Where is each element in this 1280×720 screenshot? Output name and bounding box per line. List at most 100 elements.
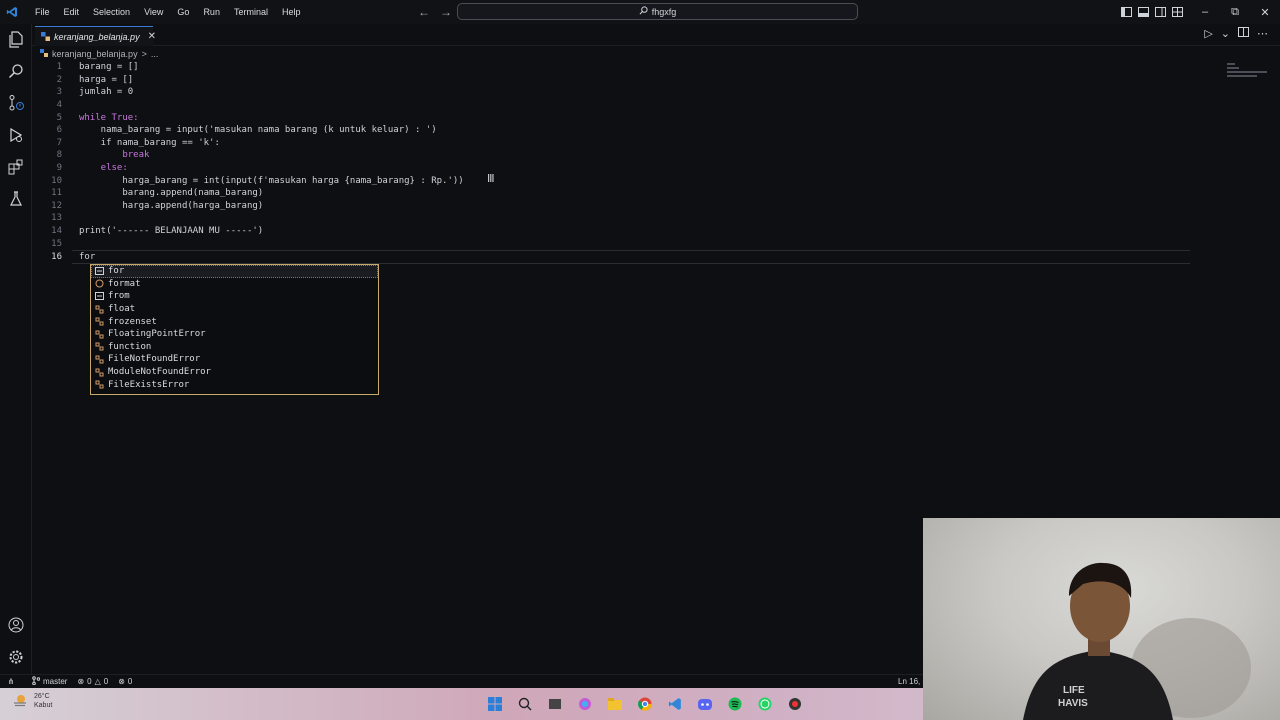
split-editor-icon[interactable] (1238, 27, 1249, 40)
weather-condition: Kabut (34, 702, 53, 709)
menu-view[interactable]: View (137, 0, 170, 24)
testing-flask-icon[interactable] (6, 189, 26, 209)
spotify-icon[interactable] (724, 693, 746, 715)
extensions-icon[interactable] (6, 157, 26, 177)
code-text: if nama_barang == 'k': (79, 137, 220, 148)
code-text: nama_barang = input('masukan nama barang… (79, 125, 437, 136)
app-icon[interactable] (784, 693, 806, 715)
menu-go[interactable]: Go (170, 0, 196, 24)
error-icon: ⊗ (77, 677, 85, 686)
line-number: 16 (51, 251, 62, 262)
code-line: 12 harga.append(harga_barang) (32, 200, 263, 213)
line-number: 7 (56, 137, 62, 148)
minimize-icon[interactable]: – (1190, 0, 1220, 24)
line-number: 8 (56, 150, 62, 161)
toggle-primary-sidebar-icon[interactable] (1120, 6, 1133, 18)
chrome-icon[interactable] (634, 693, 656, 715)
breadcrumb-separator: > (141, 49, 147, 59)
menu-help[interactable]: Help (275, 0, 308, 24)
discord-icon[interactable] (694, 693, 716, 715)
menu-selection[interactable]: Selection (86, 0, 137, 24)
minimap[interactable] (1227, 61, 1277, 87)
restore-icon[interactable]: ⧉ (1220, 0, 1250, 24)
run-file-icon[interactable]: ▷ (1204, 27, 1212, 40)
toggle-secondary-sidebar-icon[interactable] (1154, 6, 1167, 18)
suggestion-item[interactable]: from (91, 290, 378, 303)
suggestion-label: for (108, 266, 125, 277)
menu-edit[interactable]: Edit (57, 0, 87, 24)
branch-name: master (43, 677, 68, 686)
suggestion-item[interactable]: format (91, 278, 378, 291)
tab-label: keranjang_belanja.py (54, 31, 140, 42)
temperature: 26°C (34, 693, 50, 700)
breadcrumb-file[interactable]: keranjang_belanja.py (52, 49, 138, 59)
menu-terminal[interactable]: Terminal (227, 0, 275, 24)
account-icon[interactable] (6, 615, 26, 635)
line-number: 9 (56, 163, 62, 174)
back-arrow-icon[interactable]: ← (418, 5, 430, 19)
code-line: 6 nama_barang = input('masukan nama bara… (32, 124, 437, 137)
chevron-down-icon[interactable]: ⌄ (1221, 27, 1230, 40)
code-text: harga_barang = int(input(f'masukan harga… (79, 175, 464, 186)
webcam-overlay: LIFE HAVIS (923, 518, 1280, 720)
window-controls: – ⧉ ✕ (1190, 0, 1280, 24)
line-number: 10 (51, 175, 62, 186)
branch-status[interactable]: master (32, 676, 67, 687)
suggestion-item[interactable]: for (91, 265, 378, 278)
weather-widget[interactable]: 26°C Kabut (12, 692, 52, 710)
remote-indicator-icon[interactable]: ⋔ (0, 675, 22, 689)
suggestion-item[interactable]: function (91, 341, 378, 354)
class-icon (94, 342, 104, 352)
line-number: 14 (51, 226, 62, 237)
menu-file[interactable]: File (28, 0, 57, 24)
search-icon[interactable] (514, 693, 536, 715)
line-number: 13 (51, 213, 62, 224)
code-line: 11 barang.append(nama_barang) (32, 187, 263, 200)
suggestion-item[interactable]: FloatingPointError (91, 328, 378, 341)
breadcrumb-rest[interactable]: ... (151, 49, 159, 59)
line-number: 2 (56, 74, 62, 85)
whatsapp-icon[interactable] (754, 693, 776, 715)
menu-run[interactable]: Run (196, 0, 227, 24)
copilot-icon[interactable] (574, 693, 596, 715)
explorer-icon[interactable] (6, 29, 26, 49)
suggestion-item[interactable]: FileExistsError (91, 378, 378, 391)
search-icon[interactable] (6, 61, 26, 81)
code-line: 3 jumlah = 0 (32, 86, 134, 99)
close-window-icon[interactable]: ✕ (1250, 0, 1280, 24)
suggestion-item[interactable]: float (91, 303, 378, 316)
run-and-debug-icon[interactable] (6, 125, 26, 145)
gear-icon[interactable] (6, 647, 26, 667)
code-text: harga.append(harga_barang) (79, 200, 264, 211)
file-explorer-icon[interactable] (604, 693, 626, 715)
toggle-panel-icon[interactable] (1137, 6, 1150, 18)
code-line: 9 else: (32, 162, 128, 175)
fog-icon (12, 693, 28, 709)
forward-arrow-icon[interactable]: → (440, 5, 452, 19)
search-icon (639, 6, 648, 17)
line-number: 6 (56, 125, 62, 136)
code-text: harga = [] (79, 74, 134, 85)
tab-keranjang-belanja[interactable]: keranjang_belanja.py ✕ (35, 26, 156, 46)
breadcrumb: keranjang_belanja.py > ... (40, 47, 158, 61)
customize-layout-icon[interactable] (1171, 6, 1184, 18)
suggestion-item[interactable]: frozenset (91, 315, 378, 328)
line-number: 3 (56, 87, 62, 98)
taskbar-apps (484, 693, 806, 715)
branch-icon (32, 676, 41, 687)
svg-text:HAVIS: HAVIS (1058, 698, 1088, 709)
ports-status[interactable]: ⊗ 0 (118, 677, 132, 686)
code-line: 13 (32, 212, 62, 225)
vscode-taskbar-icon[interactable] (664, 693, 686, 715)
ports-count: 0 (127, 677, 133, 686)
close-tab-icon[interactable]: ✕ (148, 31, 156, 42)
task-view-icon[interactable] (544, 693, 566, 715)
problems-status[interactable]: ⊗ 0 △ 0 (77, 677, 108, 686)
source-control-icon[interactable] (6, 93, 26, 113)
more-actions-icon[interactable]: ⋯ (1257, 27, 1268, 40)
windows-start-icon[interactable] (484, 693, 506, 715)
suggestion-item[interactable]: FileNotFoundError (91, 353, 378, 366)
ports-icon: ⊗ (118, 677, 125, 686)
command-center[interactable]: fhgxfg (457, 3, 858, 20)
suggestion-item[interactable]: ModuleNotFoundError (91, 366, 378, 379)
